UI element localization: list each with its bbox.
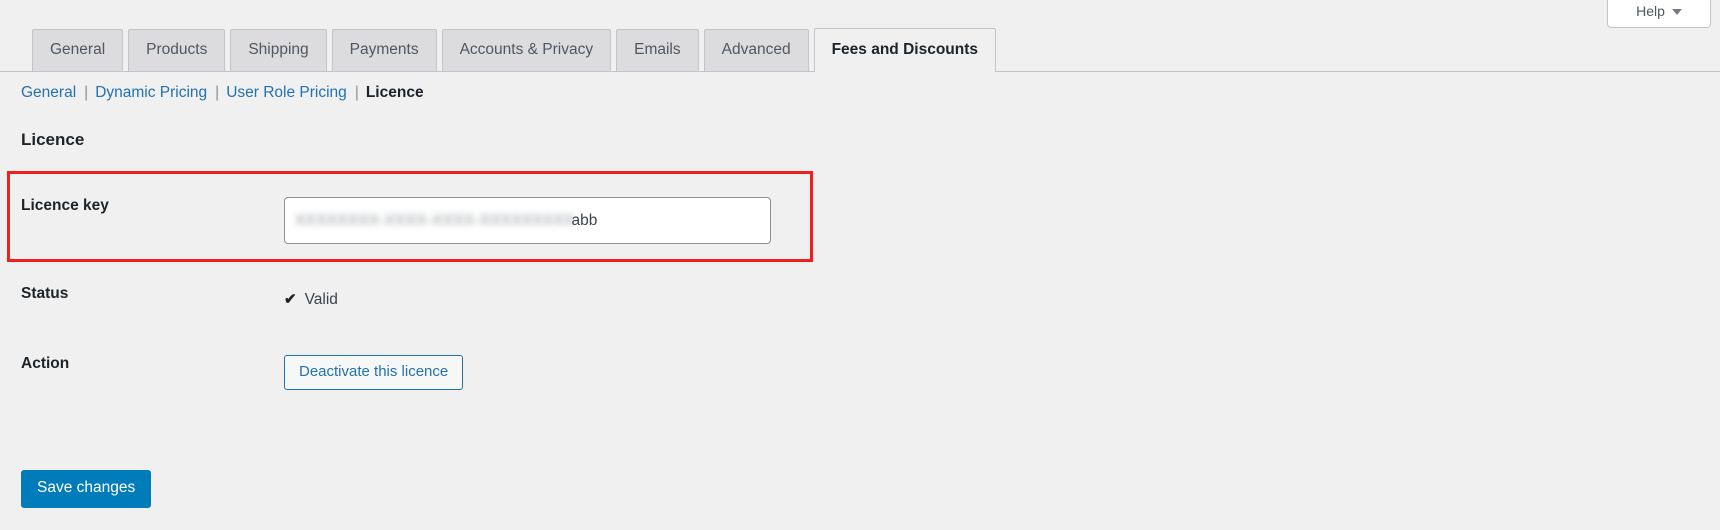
subnav-separator: | — [354, 84, 359, 101]
tab-shipping[interactable]: Shipping — [230, 29, 327, 71]
status-row: Status ✔ Valid — [0, 285, 1000, 309]
checkmark-icon: ✔ — [284, 291, 297, 308]
page-title: Licence — [21, 130, 85, 149]
tab-label: Fees and Discounts — [831, 41, 979, 58]
tab-payments[interactable]: Payments — [331, 29, 437, 71]
subnav: General | Dynamic Pricing | User Role Pr… — [21, 84, 424, 102]
settings-tab-bar: General Products Shipping Payments Accou… — [0, 28, 1720, 72]
subnav-separator: | — [84, 84, 89, 101]
help-button-label: Help — [1636, 2, 1665, 19]
tab-label: Advanced — [721, 41, 791, 58]
licence-key-row: Licence key XXXXXXXX-XXXX-XXXX-XXXXXXXXX… — [0, 197, 1000, 244]
status-label: Status — [21, 285, 69, 302]
subnav-item-dynamic-pricing[interactable]: Dynamic Pricing — [95, 84, 207, 102]
action-label: Action — [21, 355, 70, 372]
tab-accounts-privacy[interactable]: Accounts & Privacy — [441, 29, 612, 71]
deactivate-licence-button[interactable]: Deactivate this licence — [284, 355, 464, 390]
subnav-separator: | — [215, 84, 220, 101]
chevron-down-icon — [1671, 8, 1682, 15]
tab-products[interactable]: Products — [128, 29, 226, 71]
licence-key-input[interactable]: XXXXXXXX-XXXX-XXXX-XXXXXXXXX abb — [284, 197, 771, 244]
help-button[interactable]: Help — [1607, 0, 1711, 28]
tab-emails[interactable]: Emails — [616, 29, 699, 71]
licence-key-label: Licence key — [21, 197, 109, 214]
licence-key-visible-tail: abb — [571, 211, 598, 229]
tab-label: Products — [146, 41, 208, 58]
action-row: Action Deactivate this licence — [0, 355, 1000, 390]
tab-label: Emails — [634, 41, 681, 58]
status-badge: ✔ Valid — [284, 285, 1000, 309]
tab-label: Payments — [349, 41, 419, 58]
save-changes-button[interactable]: Save changes — [21, 470, 152, 508]
tab-label: Shipping — [248, 41, 309, 58]
tab-label: General — [50, 41, 106, 58]
subnav-item-licence[interactable]: Licence — [366, 84, 424, 102]
status-value-text: Valid — [304, 291, 338, 308]
tab-fees-and-discounts[interactable]: Fees and Discounts — [813, 28, 997, 72]
licence-key-redacted-value: XXXXXXXX-XXXX-XXXX-XXXXXXXXX — [295, 211, 575, 229]
tab-label: Accounts & Privacy — [459, 41, 594, 58]
subnav-item-user-role-pricing[interactable]: User Role Pricing — [226, 84, 347, 102]
tab-general[interactable]: General — [32, 29, 124, 71]
subnav-item-general[interactable]: General — [21, 84, 76, 102]
tab-advanced[interactable]: Advanced — [703, 29, 809, 71]
